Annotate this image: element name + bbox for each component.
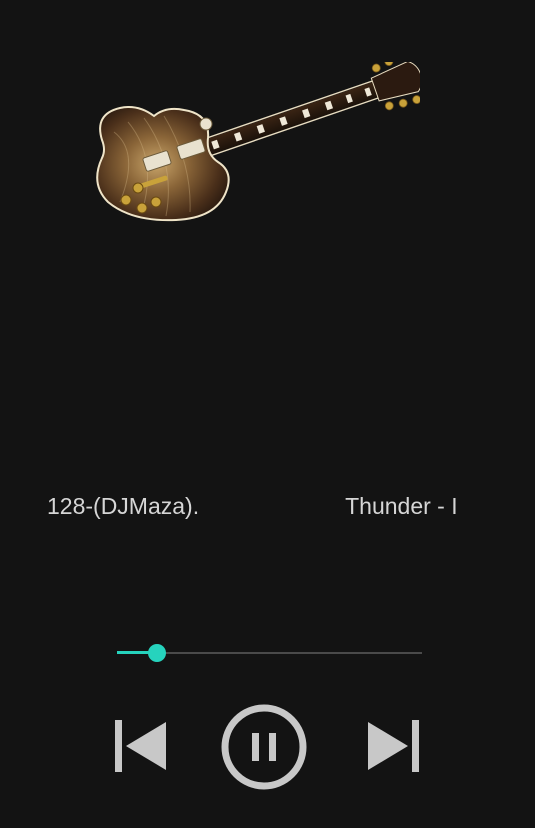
album-art-guitar-image	[96, 62, 420, 222]
skip-previous-icon[interactable]	[112, 718, 168, 774]
song-title-text-repeat: Thunder - I	[345, 493, 458, 519]
skip-next-icon[interactable]	[366, 718, 422, 774]
seek-bar[interactable]	[117, 643, 422, 663]
song-title-track: 128-(DJMaza). Thunder - I	[47, 490, 458, 522]
song-title-marquee: 128-(DJMaza). Thunder - I	[47, 490, 478, 524]
music-player-screen: 128-(DJMaza). Thunder - I	[0, 0, 535, 828]
seek-thumb[interactable]	[148, 644, 166, 662]
pause-circle-icon[interactable]	[220, 703, 308, 791]
song-title-text: 128-(DJMaza).	[47, 493, 200, 519]
